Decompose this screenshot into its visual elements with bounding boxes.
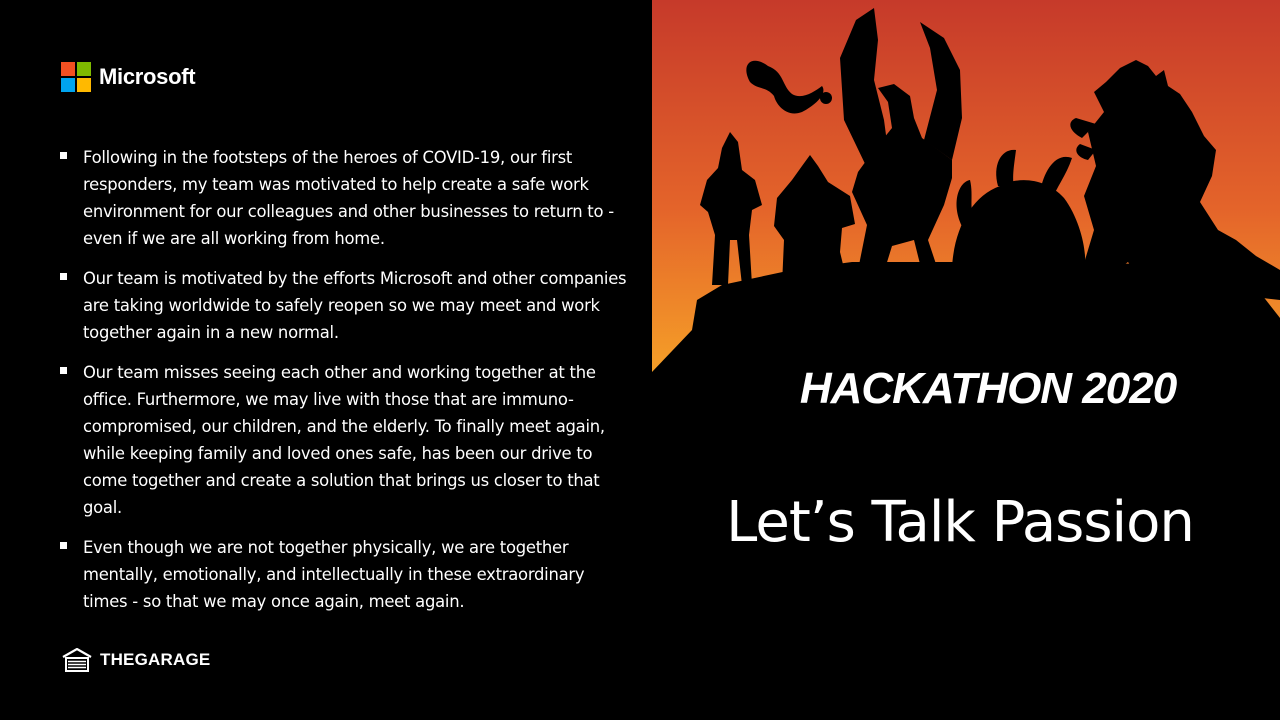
- bullet-text: Following in the footsteps of the heroes…: [83, 148, 614, 248]
- bullet-item: Following in the footsteps of the heroes…: [60, 144, 630, 252]
- garage-icon: [62, 648, 92, 672]
- microsoft-logo-icon: [61, 62, 91, 92]
- hackathon-title: HACKATHON 2020: [799, 364, 1177, 413]
- bullet-item: Our team misses seeing each other and wo…: [60, 359, 630, 521]
- bullet-square-icon: [60, 542, 67, 549]
- bullet-item: Our team is motivated by the efforts Mic…: [60, 265, 630, 346]
- bullet-list: Following in the footsteps of the heroes…: [60, 144, 630, 628]
- microsoft-wordmark: Microsoft: [99, 64, 196, 89]
- tagline-heading: Let’s Talk Passion: [726, 490, 1195, 555]
- microsoft-logo: Microsoft: [61, 62, 196, 92]
- bullet-item: Even though we are not together physical…: [60, 534, 630, 615]
- bullet-text: Even though we are not together physical…: [83, 538, 585, 611]
- garage-logo: THEGARAGE: [62, 648, 210, 672]
- slide: Microsoft Following in the footsteps of …: [0, 0, 1280, 720]
- garage-wordmark: THEGARAGE: [100, 650, 211, 669]
- hero-silhouettes-illustration: [652, 0, 1280, 380]
- bullet-square-icon: [60, 367, 67, 374]
- bullet-square-icon: [60, 273, 67, 280]
- bullet-text: Our team misses seeing each other and wo…: [83, 363, 605, 517]
- bullet-text: Our team is motivated by the efforts Mic…: [83, 269, 627, 342]
- bullet-square-icon: [60, 152, 67, 159]
